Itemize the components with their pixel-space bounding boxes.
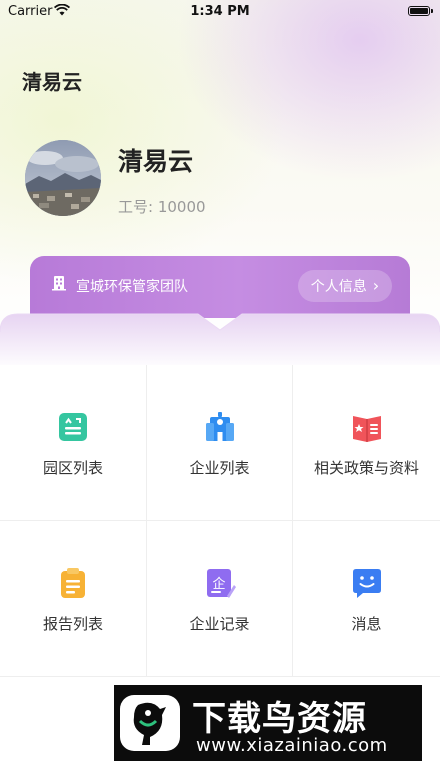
menu-item-enterprise-list[interactable]: 企业列表 — [147, 365, 293, 521]
status-time: 1:34 PM — [190, 4, 250, 19]
enterprise-record-icon: 企 — [206, 569, 236, 598]
menu-item-report-list[interactable]: 报告列表 — [0, 521, 147, 677]
watermark-bird-logo — [120, 695, 180, 751]
card-top-edge — [0, 313, 440, 370]
chevron-right-icon: › — [372, 276, 380, 295]
menu-item-policy-docs[interactable]: 相关政策与资料 — [293, 365, 440, 521]
menu-item-label: 企业列表 — [189, 459, 250, 477]
user-name: 清易云 — [118, 147, 194, 176]
watermark-banner: 下载鸟资源 www.xiazainiao.com — [114, 685, 422, 761]
menu-item-enterprise-records[interactable]: 企 企业记录 — [147, 521, 293, 677]
personal-info-button[interactable]: 个人信息 › — [298, 270, 392, 302]
menu-item-label: 园区列表 — [42, 459, 103, 477]
menu-grid: 园区列表 企业列表 相关政策与资料 报告列表 企 企业记录 消息 — [0, 365, 440, 677]
status-bar: Carrier 1:34 PM — [0, 0, 440, 24]
policy-book-icon — [352, 416, 381, 442]
employee-id: 工号: 10000 — [118, 196, 206, 217]
employee-id-value: 10000 — [157, 198, 206, 216]
menu-item-park-list[interactable]: 园区列表 — [0, 365, 147, 521]
message-icon — [352, 569, 381, 598]
page-title: 清易云 — [22, 70, 82, 94]
employee-id-label: 工号: — [118, 198, 154, 216]
menu-item-label: 报告列表 — [42, 615, 103, 633]
menu-item-label: 相关政策与资料 — [313, 459, 419, 477]
report-clipboard-icon — [61, 568, 85, 598]
team-name: 宣城环保管家团队 — [76, 279, 188, 295]
menu-item-label: 企业记录 — [189, 615, 250, 633]
menu-item-messages[interactable]: 消息 — [293, 521, 440, 677]
battery-icon — [408, 6, 433, 16]
avatar-landscape-image — [25, 140, 101, 216]
park-list-icon — [59, 413, 87, 441]
svg-text:企: 企 — [212, 576, 225, 592]
watermark-title: 下载鸟资源 — [192, 699, 367, 739]
menu-item-label: 消息 — [351, 615, 382, 633]
avatar[interactable] — [25, 140, 101, 216]
enterprise-list-icon — [205, 412, 234, 441]
watermark-url: www.xiazainiao.com — [196, 735, 388, 756]
personal-info-label: 个人信息 — [310, 279, 367, 295]
building-icon — [52, 276, 66, 291]
